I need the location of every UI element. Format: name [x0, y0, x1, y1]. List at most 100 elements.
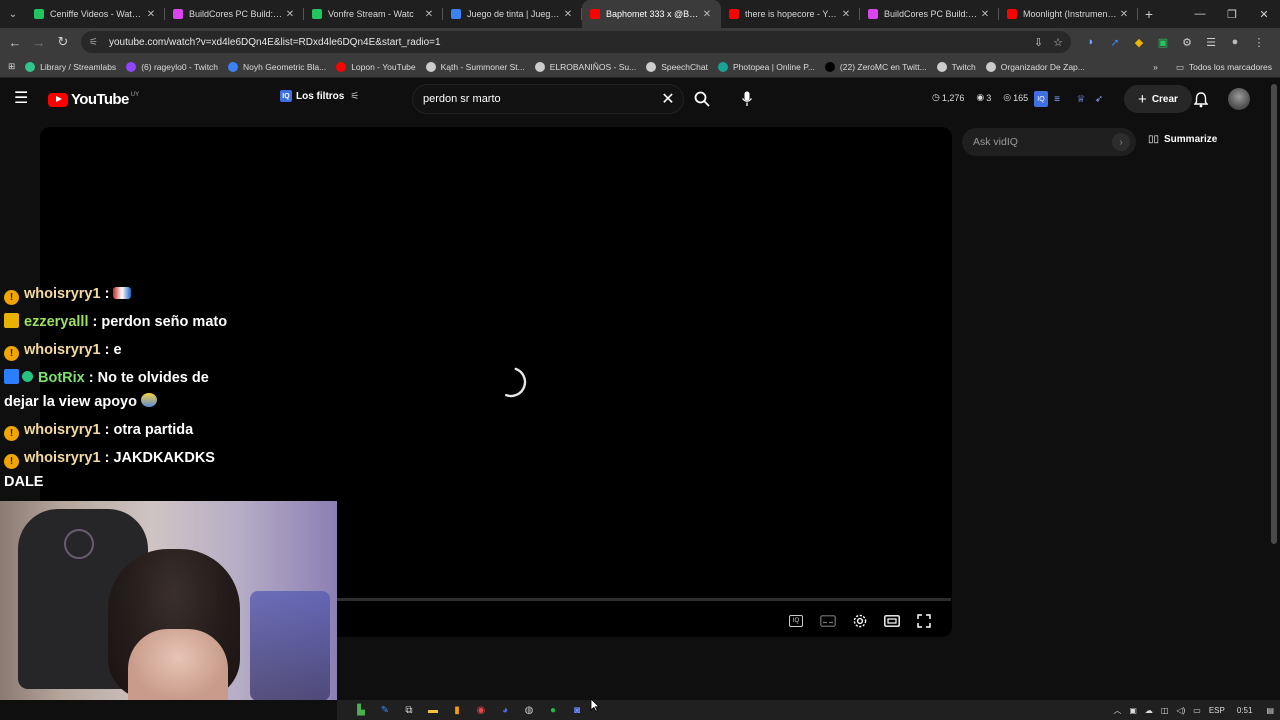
- ask-vidiq-input[interactable]: Ask vidIQ ›: [962, 128, 1136, 156]
- extensions-area: ◗ ➚ ◆ ▣ ⚙ ☰ ● ⋮: [1079, 31, 1271, 53]
- bookmark-item[interactable]: SpeechChat: [646, 61, 708, 72]
- mouse-cursor-icon: [590, 698, 600, 712]
- extensions-puzzle-icon[interactable]: ⚙: [1175, 31, 1199, 53]
- taskbar-app-icon-5[interactable]: ▮: [445, 702, 469, 718]
- taskbar-app-icon-3[interactable]: ⧉: [397, 702, 421, 718]
- close-tab-icon[interactable]: ✕: [979, 9, 991, 20]
- reading-list-icon[interactable]: ☰: [1199, 31, 1223, 53]
- back-button[interactable]: ←: [3, 30, 27, 54]
- bookmark-item[interactable]: Library / Streamlabs: [25, 61, 116, 72]
- browser-tab[interactable]: Baphomet 333 x @BoHen ✕: [582, 0, 721, 28]
- bookmark-item[interactable]: (6) rageylo0 - Twitch: [126, 61, 218, 72]
- bookmark-item[interactable]: Lopon - YouTube: [336, 61, 416, 72]
- taskbar-app-icon-10[interactable]: ◙: [565, 702, 589, 718]
- list-icon[interactable]: ≡: [1048, 91, 1066, 107]
- taskbar-app-icon-2[interactable]: ✎: [373, 702, 397, 718]
- progress-bar[interactable]: [337, 598, 951, 601]
- summarize-button[interactable]: ▯▯ Summarize: [1148, 134, 1217, 145]
- ask-submit-icon[interactable]: ›: [1112, 133, 1130, 151]
- bookmark-star-icon[interactable]: ☆: [1053, 36, 1063, 49]
- stream-chat-overlay: ! whoisryry1 : ezzeryalll : perdon seño m…: [4, 282, 240, 498]
- close-window-button[interactable]: ✕: [1248, 0, 1280, 28]
- menu-icon[interactable]: ☰: [14, 90, 32, 108]
- youtube-logo[interactable]: YouTube UY: [48, 91, 139, 108]
- rocket-icon[interactable]: ➶: [1090, 91, 1108, 107]
- bookmark-item[interactable]: ELROBANIÑOS - Su...: [534, 61, 636, 72]
- bookmark-item[interactable]: Noyh Geometric Bla...: [228, 61, 326, 72]
- tray-overflow-icon[interactable]: ︿: [1113, 705, 1121, 716]
- browser-tab[interactable]: BuildCores PC Build: New ✕: [165, 0, 304, 28]
- notification-center-icon[interactable]: ▤: [1266, 706, 1274, 715]
- bookmark-item[interactable]: Twitch: [936, 61, 976, 72]
- new-tab-button[interactable]: +: [1138, 6, 1160, 22]
- search-button[interactable]: [688, 86, 716, 112]
- bookmark-item[interactable]: Organizador De Zap...: [985, 61, 1085, 72]
- voice-search-button[interactable]: [734, 86, 760, 112]
- tab-title: Baphomet 333 x @BoHen: [606, 9, 701, 19]
- bookmark-item[interactable]: (22) ZeroMC en Twitt...: [824, 61, 927, 72]
- bookmark-item[interactable]: Kąth - Summoner St...: [425, 61, 525, 72]
- subtitles-button[interactable]: [814, 609, 842, 633]
- close-tab-icon[interactable]: ✕: [423, 9, 435, 20]
- browser-tab[interactable]: BuildCores PC Build: New ✕: [860, 0, 999, 28]
- all-bookmarks-link[interactable]: Todos los marcadores: [1189, 62, 1272, 72]
- spotify-icon[interactable]: ●: [541, 702, 565, 718]
- minimize-button[interactable]: —: [1184, 0, 1216, 28]
- extension-icon-3[interactable]: ◆: [1127, 31, 1151, 53]
- trophy-icon[interactable]: ♕: [1072, 91, 1090, 107]
- vidiq-badge-icon[interactable]: IQ: [1034, 91, 1048, 107]
- restore-button[interactable]: ❐: [1216, 0, 1248, 28]
- network-icon[interactable]: ◫: [1161, 706, 1169, 715]
- language-indicator[interactable]: ESP: [1209, 706, 1225, 715]
- browser-tab[interactable]: Moonlight (Instrumental) ✕: [999, 0, 1138, 28]
- clear-search-icon[interactable]: ✕: [653, 89, 683, 109]
- fullscreen-button[interactable]: [910, 609, 938, 633]
- reload-button[interactable]: ↻: [51, 30, 75, 54]
- close-tab-icon[interactable]: ✕: [284, 9, 296, 20]
- vidiq-player-button[interactable]: IQ: [782, 609, 810, 633]
- forward-button[interactable]: →: [27, 30, 51, 54]
- tab-search-button[interactable]: ⌄: [0, 3, 26, 25]
- vidiq-filters-button[interactable]: IQ Los filtros ⚟: [280, 90, 359, 102]
- page-scrollbar[interactable]: [1271, 84, 1277, 544]
- site-info-icon[interactable]: ⚟: [89, 37, 105, 48]
- settings-button[interactable]: [846, 609, 874, 633]
- extension-icon-4[interactable]: ▣: [1151, 31, 1175, 53]
- close-tab-icon[interactable]: ✕: [562, 9, 574, 20]
- theater-mode-button[interactable]: [878, 609, 906, 633]
- account-avatar[interactable]: [1228, 88, 1250, 110]
- discord-icon[interactable]: ◕: [493, 702, 517, 718]
- browser-tab[interactable]: Vonfre Stream - Watc ✕: [304, 0, 443, 28]
- tray-icon-2[interactable]: ☁: [1145, 706, 1153, 715]
- create-button[interactable]: + Crear: [1124, 85, 1192, 113]
- create-label: Crear: [1151, 93, 1178, 105]
- extension-icon-2[interactable]: ➚: [1103, 31, 1127, 53]
- install-app-icon[interactable]: ⇩: [1034, 36, 1043, 49]
- profile-avatar-icon[interactable]: ●: [1223, 31, 1247, 53]
- close-tab-icon[interactable]: ✕: [1118, 9, 1130, 20]
- bookmarks-more-icon[interactable]: »: [1153, 62, 1158, 72]
- obs-icon[interactable]: ◍: [517, 702, 541, 718]
- screen: ⌄ Ceniffe Videos - Watch Or ✕ BuildCores P…: [0, 0, 1280, 720]
- bookmark-list: Library / Streamlabs (6) rageylo0 - Twitc…: [15, 61, 1085, 72]
- browser-tab[interactable]: Juego de tinta | Juega en ✕: [443, 0, 582, 28]
- taskbar-app-icon-1[interactable]: ▙: [349, 702, 373, 718]
- clock[interactable]: 0:51: [1237, 706, 1253, 715]
- volume-icon[interactable]: ◁): [1176, 706, 1185, 715]
- bookmark-item[interactable]: Photopea | Online P...: [717, 61, 815, 72]
- browser-menu-icon[interactable]: ⋮: [1247, 31, 1271, 53]
- extension-icon-1[interactable]: ◗: [1079, 31, 1103, 53]
- close-tab-icon[interactable]: ✕: [145, 9, 157, 20]
- browser-tab[interactable]: Ceniffe Videos - Watch Or ✕: [26, 0, 165, 28]
- apps-grid-icon[interactable]: ⊞: [8, 61, 15, 72]
- close-tab-icon[interactable]: ✕: [840, 9, 852, 20]
- browser-tab[interactable]: there is hopecore - YouTu ✕: [721, 0, 860, 28]
- tray-icon-1[interactable]: ▣: [1129, 706, 1137, 715]
- file-explorer-icon[interactable]: ▬: [421, 702, 445, 718]
- chrome-icon[interactable]: ◉: [469, 702, 493, 718]
- address-bar[interactable]: ⚟ youtube.com/watch?v=xd4le6DQn4E&list=R…: [81, 31, 1071, 53]
- notifications-button[interactable]: [1190, 89, 1212, 111]
- battery-icon[interactable]: ▭: [1193, 706, 1201, 715]
- search-input[interactable]: perdon sr marto ✕: [412, 84, 684, 114]
- close-tab-icon[interactable]: ✕: [701, 9, 713, 20]
